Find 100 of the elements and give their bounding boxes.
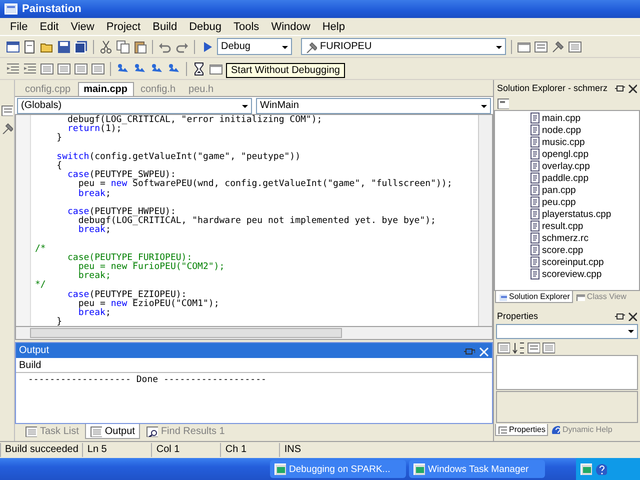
hourglass-icon[interactable] <box>192 62 206 76</box>
output-line: ------------------- Done ------------------- <box>28 375 268 385</box>
indent-icon[interactable] <box>23 62 37 76</box>
categorized-icon[interactable] <box>497 341 510 354</box>
panel-title: Properties <box>497 310 538 320</box>
status-message: Build succeeded <box>0 443 82 457</box>
tray-icon[interactable] <box>595 463 607 475</box>
window-icon[interactable] <box>6 40 20 54</box>
tree-item[interactable]: music.cpp <box>542 136 585 148</box>
file-icon <box>529 244 540 256</box>
tree-item[interactable]: peu.cpp <box>542 196 576 208</box>
toolbox-icon[interactable] <box>551 40 565 54</box>
program-icon <box>413 463 425 475</box>
menu-item[interactable]: View <box>64 20 100 34</box>
code-line: case(PEUTYPE_FURIOPEU): <box>66 254 192 263</box>
menu-item[interactable]: Build <box>146 20 184 34</box>
panel-tab[interactable]: Solution Explorer <box>495 291 573 303</box>
scrollbar[interactable] <box>15 327 493 340</box>
close-icon[interactable] <box>477 344 489 356</box>
menu-item[interactable]: Help <box>316 20 351 34</box>
output-icon <box>90 425 102 437</box>
taskbar-button[interactable]: Windows Task Manager <box>409 460 545 478</box>
indent-icon[interactable] <box>6 62 20 76</box>
file-icon <box>529 172 540 184</box>
code-line: debugf(LOG_CRITICAL, "error initializing COM"); <box>66 116 324 125</box>
code-line: peu = new SoftwarePEU(wnd, config.getValueInt("game", "fullscreen")); <box>77 180 454 190</box>
code-line: break; <box>77 190 112 199</box>
code-line: debugf(LOG_CRITICAL, "hardware peu not implemented yet. bye bye"); <box>77 217 437 226</box>
tree-item[interactable]: scoreinput.cpp <box>542 256 604 268</box>
tree-item[interactable]: scoreview.cpp <box>542 268 602 280</box>
line-indicator: Ln 5 <box>82 443 152 457</box>
tree-item[interactable]: main.cpp <box>542 112 581 124</box>
properties-icon[interactable] <box>527 341 540 354</box>
save-icon[interactable] <box>57 40 71 54</box>
code-line: break; <box>77 308 112 318</box>
file-icon <box>529 220 540 232</box>
taskbar-button[interactable]: Debugging on SPARK... <box>270 460 406 478</box>
find-icon <box>146 425 158 437</box>
menu-item[interactable]: Debug <box>183 20 228 34</box>
code-line: return(1); <box>66 125 122 134</box>
tree-item[interactable]: pan.cpp <box>542 184 576 196</box>
file-icon <box>529 232 540 244</box>
tree-item[interactable]: node.cpp <box>542 124 582 136</box>
paste-icon[interactable] <box>133 40 147 54</box>
sort-icon[interactable] <box>512 341 525 354</box>
menu-item[interactable]: Window <box>265 20 316 34</box>
help-icon <box>551 425 560 434</box>
panel-tab[interactable]: Output <box>84 424 140 439</box>
file-icon <box>529 208 540 220</box>
menu-item[interactable]: Project <box>100 20 147 34</box>
copy-icon[interactable] <box>116 40 130 54</box>
close-icon[interactable] <box>626 82 637 93</box>
program-icon <box>274 463 286 475</box>
member-dropdown[interactable]: WinMain <box>256 98 491 114</box>
code-line: } <box>56 134 64 144</box>
project-dropdown[interactable]: FURIOPEU <box>301 38 506 55</box>
save-all-icon[interactable] <box>74 40 88 54</box>
task-list-icon <box>25 425 37 437</box>
pages-icon[interactable] <box>542 341 555 354</box>
menu-item[interactable]: Tools <box>228 20 266 34</box>
panel-tab[interactable]: Properties <box>495 424 548 436</box>
tree-item[interactable]: result.cpp <box>542 220 584 232</box>
code-line: /* <box>35 244 47 254</box>
tree-item[interactable]: paddle.cpp <box>542 172 588 184</box>
code-line: } <box>56 318 64 326</box>
tree-item[interactable]: score.cpp <box>542 244 584 256</box>
new-file-icon[interactable] <box>23 40 37 54</box>
properties-icon[interactable] <box>534 40 548 54</box>
menu-item[interactable]: File <box>4 20 34 34</box>
tree-item[interactable]: playerstatus.cpp <box>542 208 612 220</box>
scope-dropdown[interactable]: (Globals) <box>17 98 252 114</box>
window-icon[interactable] <box>209 62 223 76</box>
code-line: case(PEUTYPE_HWPEU): <box>66 208 176 217</box>
document-tab[interactable]: main.cpp <box>78 82 134 96</box>
code-line: break; <box>77 226 111 236</box>
server-icon[interactable] <box>1 104 13 116</box>
tree-item[interactable]: opengl.cpp <box>542 148 588 160</box>
close-icon[interactable] <box>626 310 637 321</box>
properties-icon[interactable] <box>497 96 509 108</box>
file-icon <box>529 184 540 196</box>
file-icon <box>529 136 540 148</box>
tree-item[interactable]: overlay.cpp <box>542 160 590 172</box>
file-icon <box>529 196 540 208</box>
tooltip: Start Without Debugging <box>226 63 345 78</box>
code-line: case(PEUTYPE_SWPEU): <box>66 171 176 180</box>
configuration-dropdown[interactable]: Debug <box>217 38 292 55</box>
panel-title: Solution Explorer - schmerz <box>497 82 608 92</box>
cut-icon[interactable] <box>99 40 113 54</box>
output-source-dropdown[interactable]: Build <box>16 358 492 373</box>
code-line: switch(config.getValueInt("game", "peutype")) <box>56 152 302 162</box>
code-line: peu = new EzioPEU("COM1"); <box>77 300 220 309</box>
menu-item[interactable]: Edit <box>34 20 65 34</box>
tray-icon[interactable] <box>580 463 592 475</box>
toolbox-icon[interactable] <box>1 122 13 134</box>
layout-icon[interactable] <box>568 40 582 54</box>
solution-icon <box>498 292 507 301</box>
window-title: Painstation <box>22 3 82 15</box>
class-view-icon[interactable] <box>517 40 531 54</box>
scrollbar[interactable] <box>478 115 492 326</box>
tree-item[interactable]: schmerz.rc <box>542 232 588 244</box>
